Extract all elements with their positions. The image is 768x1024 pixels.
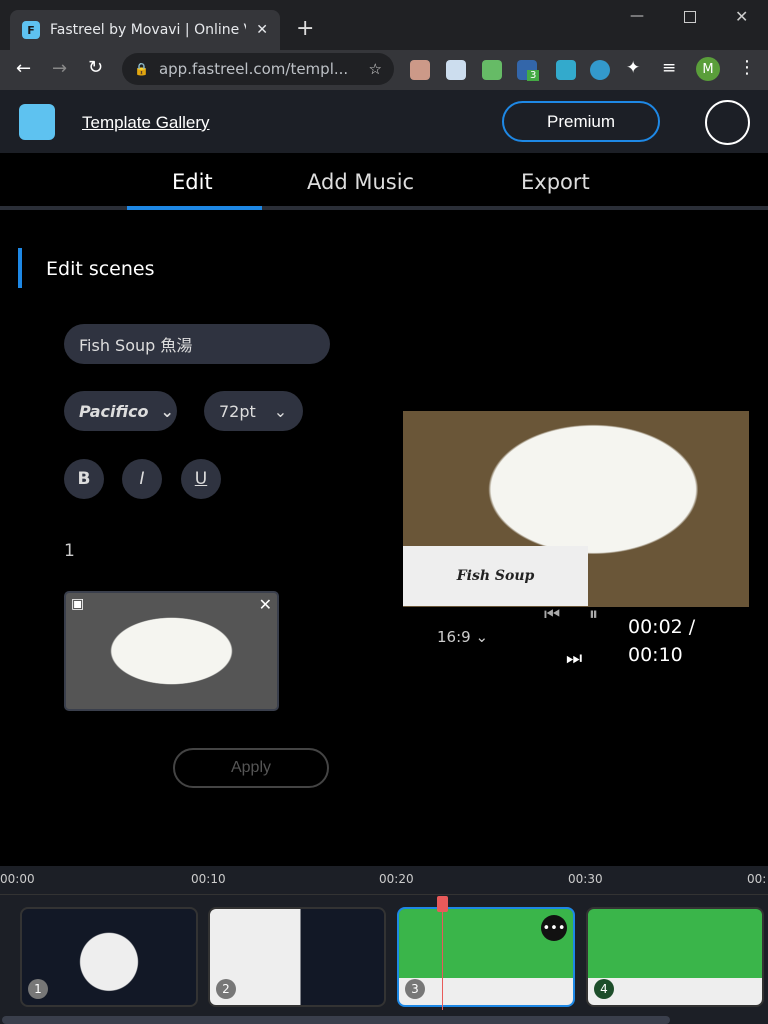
maximize-icon[interactable] [684, 11, 696, 23]
timeline-clip[interactable]: 4 [586, 907, 764, 1007]
text-input[interactable]: Fish Soup 魚湯 [64, 324, 330, 364]
timeline-clip-selected[interactable]: 3 ••• [397, 907, 575, 1007]
next-icon[interactable]: ⏭ [566, 648, 582, 669]
address-bar[interactable]: 🔒 app.fastreel.com/templ... ☆ [122, 53, 394, 85]
italic-button[interactable]: I [122, 459, 162, 499]
aspect-ratio-select[interactable]: 16:9 ⌄ [437, 628, 488, 646]
ruler-tick: 00:10 [191, 872, 226, 886]
fastreel-favicon: F [22, 21, 40, 39]
new-tab-icon[interactable]: + [296, 16, 314, 41]
bold-button[interactable]: B [64, 459, 104, 499]
browser-tab[interactable]: F Fastreel by Movavi | Online Video Make… [10, 10, 280, 50]
extension-icon[interactable] [410, 60, 430, 80]
timeline-clip[interactable]: 2 [208, 907, 386, 1007]
caption-overlay: Fish Soup [403, 546, 588, 606]
time-display: 00:02 / 00:10 [628, 613, 695, 669]
close-tab-icon[interactable]: ✕ [256, 22, 268, 38]
lock-icon: 🔒 [134, 62, 149, 76]
duration: 00:10 [628, 644, 683, 666]
tab-title: Fastreel by Movavi | Online Video Maker [50, 22, 246, 38]
section-marker [18, 248, 22, 288]
url-text: app.fastreel.com/templ... [158, 60, 349, 78]
image-icon: ▣ [71, 596, 85, 612]
reload-icon[interactable]: ↻ [88, 57, 103, 78]
extension-icon[interactable] [446, 60, 466, 80]
back-icon[interactable]: ← [16, 58, 31, 79]
tab-edit[interactable]: Edit [172, 170, 213, 194]
ruler-tick: 00: [747, 872, 767, 886]
ratio-value: 16:9 [437, 628, 471, 646]
extension-icon[interactable] [482, 60, 502, 80]
active-tab-indicator [127, 206, 262, 210]
playhead-line [442, 906, 443, 1010]
ruler-tick: 00:00 [0, 872, 35, 886]
profile-avatar[interactable]: M [696, 57, 720, 81]
puzzle-icon[interactable]: ✦ [626, 58, 640, 78]
clip-number: 4 [594, 979, 614, 999]
font-value: Pacifico [79, 401, 149, 421]
clip-number: 1 [28, 979, 48, 999]
ruler-tick: 00:30 [568, 872, 603, 886]
extension-badge: 3 [527, 70, 540, 81]
tab-add-music[interactable]: Add Music [307, 170, 414, 194]
chevron-down-icon: ⌄ [160, 401, 174, 421]
ruler-tick: 00:20 [379, 872, 414, 886]
video-preview[interactable]: Fish Soup [403, 411, 749, 607]
font-select[interactable]: Pacifico ⌄ [64, 391, 177, 431]
previous-icon[interactable]: ⏮ [544, 604, 560, 625]
menu-icon[interactable]: ⋮ [738, 57, 756, 78]
section-title: Edit scenes [46, 258, 155, 280]
user-account-icon[interactable] [705, 100, 750, 145]
more-options-icon[interactable]: ••• [541, 915, 567, 941]
pause-icon[interactable]: ⏸ [589, 604, 598, 625]
clip-number: 2 [216, 979, 236, 999]
apply-button[interactable]: Apply [173, 748, 329, 788]
extension-icon[interactable]: 3 [517, 60, 540, 81]
media-control-icon[interactable]: ≡ [662, 58, 676, 78]
remove-media-icon[interactable]: ✕ [259, 595, 272, 614]
timeline-scrollbar[interactable] [2, 1016, 670, 1024]
scene-media-thumbnail[interactable]: ▣ ✕ [64, 591, 279, 711]
ruler-divider [0, 894, 768, 895]
tab-divider [0, 206, 768, 210]
template-gallery-link[interactable]: Template Gallery [82, 113, 210, 133]
media-index: 1 [64, 541, 75, 561]
underline-button[interactable]: U [181, 459, 221, 499]
minimize-icon[interactable]: — [630, 8, 644, 24]
chevron-down-icon: ⌄ [273, 401, 288, 421]
fastreel-logo[interactable] [19, 104, 55, 140]
timeline-clip[interactable]: 1 [20, 907, 198, 1007]
close-window-icon[interactable]: ✕ [735, 7, 748, 26]
forward-icon[interactable]: → [52, 58, 67, 79]
size-select[interactable]: 72pt ⌄ [204, 391, 303, 431]
size-value: 72pt [219, 401, 256, 421]
extension-icon[interactable] [590, 60, 610, 80]
current-time: 00:02 / [628, 616, 696, 638]
star-icon[interactable]: ☆ [369, 60, 382, 78]
extension-icon[interactable] [556, 60, 576, 80]
clip-number: 3 [405, 979, 425, 999]
tab-export[interactable]: Export [521, 170, 590, 194]
premium-button[interactable]: Premium [502, 101, 660, 142]
